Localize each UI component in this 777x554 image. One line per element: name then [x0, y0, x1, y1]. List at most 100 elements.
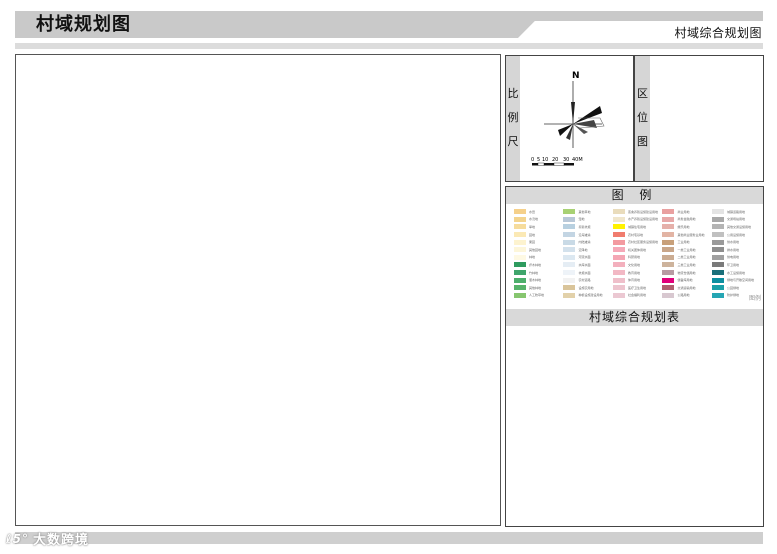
- legend-swatch: [514, 224, 526, 230]
- legend-swatch: [662, 285, 675, 291]
- legend-item: 绿地与开敞空间用地: [711, 276, 754, 284]
- legend-swatch: [612, 239, 625, 245]
- location-label-char: 图: [637, 135, 648, 148]
- legend-item: 社会福利用地: [612, 292, 659, 300]
- svg-text:10: 10: [542, 157, 548, 163]
- legend-label: 绿地与开敞空间用地: [726, 278, 754, 283]
- legend-item: 林地: [514, 254, 559, 262]
- legend-label: 林地: [529, 255, 536, 260]
- legend-label: 工业用地: [677, 240, 690, 245]
- legend-item: 其他交通设施用地: [711, 223, 754, 231]
- legend-item: 体育用地: [612, 276, 659, 284]
- legend-swatch: [563, 270, 576, 276]
- legend-item: 三类工业用地: [662, 261, 708, 269]
- legend-label: 储备库用地: [677, 278, 693, 283]
- legend-label: 文化用地: [627, 262, 640, 267]
- legend-label: 湿地: [578, 217, 585, 222]
- legend-label: 机关团体用地: [627, 247, 646, 252]
- legend-swatch: [612, 277, 625, 283]
- legend-swatch: [711, 224, 724, 230]
- legend-swatch: [711, 270, 724, 276]
- legend-item: 供水用地: [711, 238, 754, 246]
- legend-label: 畜禽养殖设施建设用地: [627, 209, 658, 214]
- scale-side-strip: 比 例 尺: [506, 56, 520, 181]
- legend-swatch: [612, 292, 625, 298]
- legend-swatch: [563, 216, 576, 222]
- legend-swatch: [563, 285, 576, 291]
- legend-swatch: [662, 277, 675, 283]
- legend-item: 乔木林地: [514, 261, 559, 269]
- legend-swatch: [514, 254, 526, 260]
- legend-item: 教育用地: [612, 269, 659, 277]
- legend-label: 水浇地: [529, 217, 539, 222]
- legend-swatch: [563, 239, 576, 245]
- summary-table-title: 村域综合规划表: [506, 309, 763, 326]
- legend-item: 水库水面: [563, 261, 609, 269]
- legend-label: 乔木林地: [529, 262, 542, 267]
- legend-grid: 水田 水浇地 旱地 园地 果园 其他园地 林地 乔木林地 竹林地 灌木林地 其他林地 人工牧草地 其他草…: [514, 208, 754, 304]
- legend-label: 养殖坑塘: [578, 224, 591, 229]
- legend-label: 交通场站用地: [726, 217, 745, 222]
- legend-swatch: [563, 262, 576, 268]
- legend-item: 其他林地: [514, 284, 559, 292]
- legend-label: 城镇住宅用地: [627, 224, 646, 229]
- legend-swatch: [563, 254, 576, 260]
- legend-swatch: [662, 209, 675, 215]
- legend-label: 排水用地: [726, 247, 739, 252]
- legend-label: 坑塘水面: [578, 270, 591, 275]
- svg-text:30: 30: [563, 157, 569, 163]
- legend-item: 城镇住宅用地: [612, 223, 659, 231]
- legend-swatch: [514, 239, 526, 245]
- legend-item: 湿地: [563, 216, 609, 224]
- legend-item: 公路用地: [662, 292, 708, 300]
- north-arrow-compass-icon: N 0 5 10 20 30 40M: [531, 71, 605, 166]
- legend-item: 工业用地: [662, 238, 708, 246]
- legend-swatch: [662, 247, 675, 253]
- legend-item: 坑塘水面: [563, 269, 609, 277]
- legend-label: 教育用地: [627, 270, 640, 275]
- legend-item: 水田: [514, 208, 559, 216]
- svg-text:40M: 40M: [572, 157, 583, 163]
- legend-item: 商务金融用地: [662, 216, 708, 224]
- scale-label-char: 例: [507, 111, 519, 124]
- svg-text:5: 5: [537, 157, 540, 163]
- legend-label: 水库水面: [578, 262, 591, 267]
- location-label: 区 位 图: [635, 86, 650, 150]
- legend-swatch: [514, 232, 526, 238]
- legend-item: 供电用地: [711, 254, 754, 262]
- legend-swatch: [563, 292, 576, 298]
- legend-swatch: [563, 277, 576, 283]
- legend-label: 防护绿地: [726, 293, 739, 298]
- legend-item: 河流水面: [563, 254, 609, 262]
- legend-label: 城镇道路用地: [726, 209, 745, 214]
- legend-label: 一类工业用地: [677, 247, 696, 252]
- legend-label: 沿海滩涂: [578, 232, 591, 237]
- legend-item: 排水用地: [711, 246, 754, 254]
- legend-swatch: [662, 239, 675, 245]
- legend-item: 交通场站用地: [711, 216, 754, 224]
- legend-item: 竹林地: [514, 269, 559, 277]
- legend-item: 农村宅基地: [612, 231, 659, 239]
- legend-label: 水田: [529, 209, 536, 214]
- scale-label-char: 尺: [507, 135, 519, 148]
- legend-label: 社会福利用地: [627, 293, 646, 298]
- legend-swatch: [514, 285, 526, 291]
- legend-label: 园地: [529, 232, 536, 237]
- legend-label: 旱地: [529, 224, 536, 229]
- legend-item: 灌木林地: [514, 276, 559, 284]
- legend-label: 果园: [529, 240, 536, 245]
- legend-label: 内陆滩涂: [578, 240, 591, 245]
- legend-label: 其他园地: [529, 247, 542, 252]
- legend-item: 内陆滩涂: [563, 238, 609, 246]
- legend-swatch: [662, 216, 675, 222]
- legend-marker: 图例: [749, 295, 762, 302]
- legend-swatch: [612, 209, 625, 215]
- watermark-logo: ℓ5°: [6, 531, 30, 546]
- legend-item: 畜禽养殖设施建设用地: [612, 208, 659, 216]
- legend-swatch: [711, 292, 724, 298]
- legend-label: 农村道路: [578, 278, 591, 283]
- legend-label: 农村社区服务设施用地: [627, 240, 658, 245]
- legend-item: 水工设施用地: [711, 269, 754, 277]
- location-label-char: 区: [637, 87, 648, 100]
- svg-text:0: 0: [531, 157, 534, 163]
